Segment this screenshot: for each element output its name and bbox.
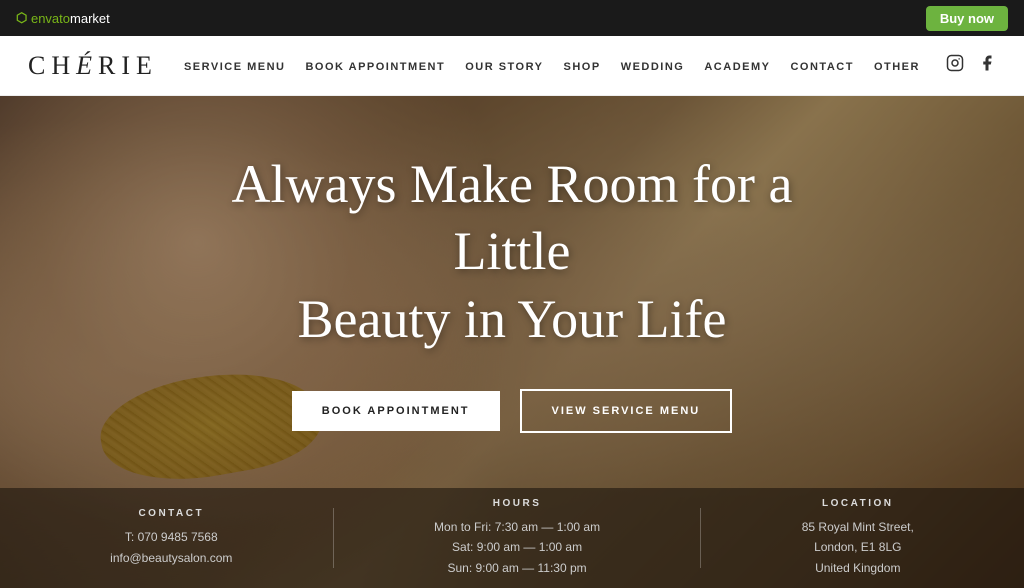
navbar: CHÉRIE SERVICE MENU BOOK APPOINTMENT OUR… <box>0 36 1024 96</box>
hours-line1: Mon to Fri: 7:30 am — 1:00 am <box>434 517 600 537</box>
envato-logo: ⬡ envato market <box>16 10 110 26</box>
info-hours: HOURS Mon to Fri: 7:30 am — 1:00 am Sat:… <box>434 498 600 578</box>
nav-link-book-appointment[interactable]: BOOK APPOINTMENT <box>305 61 445 73</box>
envato-brand: envato <box>27 11 70 26</box>
nav-item-shop[interactable]: SHOP <box>564 57 601 75</box>
hours-line2: Sat: 9:00 am — 1:00 am <box>434 537 600 557</box>
nav-item-contact[interactable]: CONTACT <box>790 57 853 75</box>
nav-item-service-menu[interactable]: SERVICE MENU <box>184 57 286 75</box>
brand-logo: CHÉRIE <box>28 51 158 81</box>
nav-link-academy[interactable]: ACADEMY <box>704 61 770 73</box>
nav-item-book-appointment[interactable]: BOOK APPOINTMENT <box>305 57 445 75</box>
nav-social <box>946 54 996 77</box>
facebook-icon[interactable] <box>978 54 996 77</box>
hero-title-line2: Beauty in Your Life <box>298 289 727 349</box>
hours-heading: HOURS <box>434 498 600 509</box>
book-appointment-button[interactable]: BOOK APPOINTMENT <box>292 391 500 431</box>
contact-email: info@beautysalon.com <box>110 548 232 568</box>
nav-item-academy[interactable]: ACADEMY <box>704 57 770 75</box>
divider-1 <box>333 508 334 568</box>
nav-link-service-menu[interactable]: SERVICE MENU <box>184 61 286 73</box>
location-line3: United Kingdom <box>802 558 914 578</box>
contact-heading: CONTACT <box>110 508 232 519</box>
info-contact: CONTACT T: 070 9485 7568 info@beautysalo… <box>110 508 232 568</box>
hero-buttons: BOOK APPOINTMENT VIEW SERVICE MENU <box>292 389 732 433</box>
nav-link-contact[interactable]: CONTACT <box>790 61 853 73</box>
location-line2: London, E1 8LG <box>802 537 914 557</box>
view-service-menu-button[interactable]: VIEW SERVICE MENU <box>520 389 733 433</box>
envato-bar: ⬡ envato market Buy now <box>0 0 1024 36</box>
envato-market: market <box>70 11 110 26</box>
nav-link-other[interactable]: OTHER <box>874 61 920 73</box>
nav-link-shop[interactable]: SHOP <box>564 61 601 73</box>
hero-section: Always Make Room for a Little Beauty in … <box>0 96 1024 588</box>
location-heading: LOCATION <box>802 498 914 509</box>
nav-links: SERVICE MENU BOOK APPOINTMENT OUR STORY … <box>184 57 920 75</box>
buy-now-button[interactable]: Buy now <box>926 6 1008 31</box>
contact-phone: T: 070 9485 7568 <box>110 527 232 547</box>
location-line1: 85 Royal Mint Street, <box>802 517 914 537</box>
hero-title-line1: Always Make Room for a Little <box>232 154 793 282</box>
info-location: LOCATION 85 Royal Mint Street, London, E… <box>802 498 914 578</box>
nav-link-our-story[interactable]: OUR STORY <box>465 61 543 73</box>
nav-link-wedding[interactable]: WEDDING <box>621 61 685 73</box>
info-bar: CONTACT T: 070 9485 7568 info@beautysalo… <box>0 488 1024 588</box>
nav-item-our-story[interactable]: OUR STORY <box>465 57 543 75</box>
envato-icon: ⬡ <box>16 10 27 26</box>
nav-item-other[interactable]: OTHER <box>874 57 920 75</box>
instagram-icon[interactable] <box>946 54 964 77</box>
hours-line3: Sun: 9:00 am — 11:30 pm <box>434 558 600 578</box>
hero-title: Always Make Room for a Little Beauty in … <box>202 151 822 354</box>
nav-item-wedding[interactable]: WEDDING <box>621 57 685 75</box>
divider-2 <box>700 508 701 568</box>
